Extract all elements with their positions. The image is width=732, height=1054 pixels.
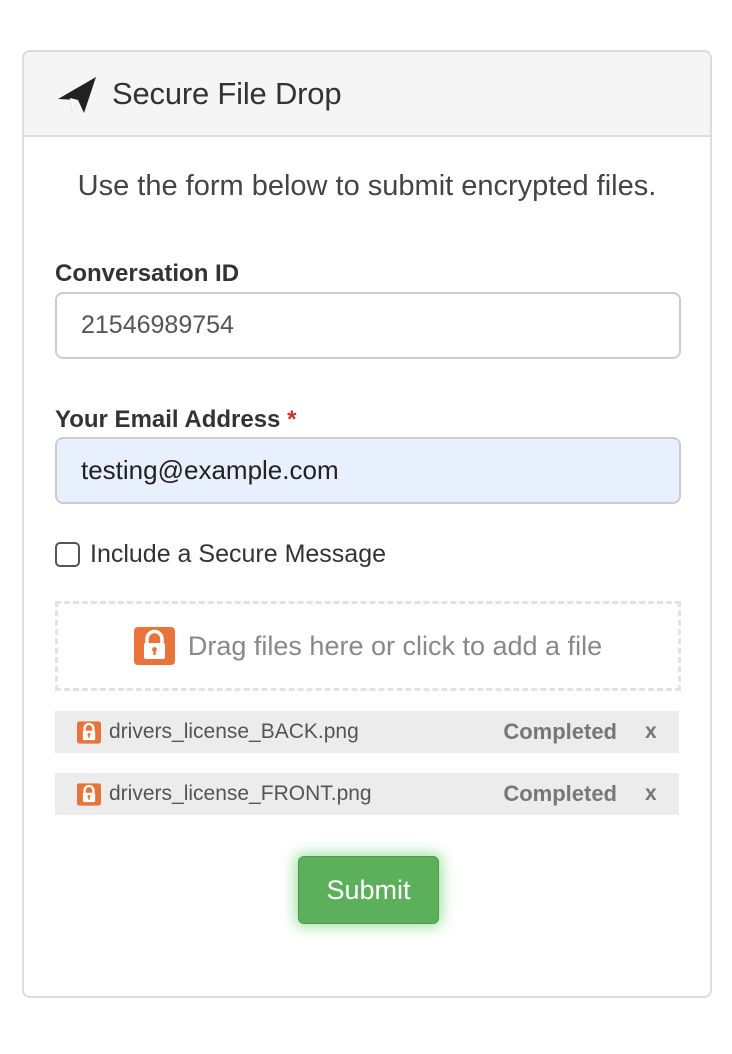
lock-icon xyxy=(133,627,175,665)
file-lock-icon xyxy=(77,720,101,744)
conversation-id-field[interactable]: 21546989754 xyxy=(55,292,681,359)
file-row: drivers_license_BACK.png Completed x xyxy=(55,711,679,753)
dropzone-text[interactable]: Drag files here or click to add a file xyxy=(188,631,602,662)
paper-plane-icon xyxy=(58,76,96,113)
file-row: drivers_license_FRONT.png Completed x xyxy=(55,773,679,815)
file-name: drivers_license_FRONT.png xyxy=(109,782,372,805)
secure-message-label[interactable]: Include a Secure Message xyxy=(90,540,386,569)
panel-header: Secure File Drop xyxy=(24,52,710,137)
secure-file-drop-panel: Secure File Drop Use the form below to s… xyxy=(22,50,712,998)
remove-file-button[interactable]: x xyxy=(645,782,669,806)
email-label: Your Email Address * xyxy=(55,406,296,434)
required-asterisk: * xyxy=(287,406,297,433)
email-label-text: Your Email Address xyxy=(55,406,281,433)
file-lock-icon xyxy=(77,782,101,806)
secure-message-option[interactable]: Include a Secure Message xyxy=(55,540,386,569)
secure-message-checkbox[interactable] xyxy=(55,542,80,567)
email-field[interactable]: testing@example.com xyxy=(55,437,681,504)
submit-button[interactable]: Submit xyxy=(298,856,439,924)
file-name: drivers_license_BACK.png xyxy=(109,720,359,743)
file-status: Completed xyxy=(503,719,617,744)
panel-title: Secure File Drop xyxy=(112,75,342,111)
file-dropzone[interactable]: Drag files here or click to add a file xyxy=(55,601,681,691)
conversation-id-label: Conversation ID xyxy=(55,260,240,287)
intro-text: Use the form below to submit encrypted f… xyxy=(77,170,657,202)
file-status: Completed xyxy=(503,781,617,806)
remove-file-button[interactable]: x xyxy=(645,720,669,744)
